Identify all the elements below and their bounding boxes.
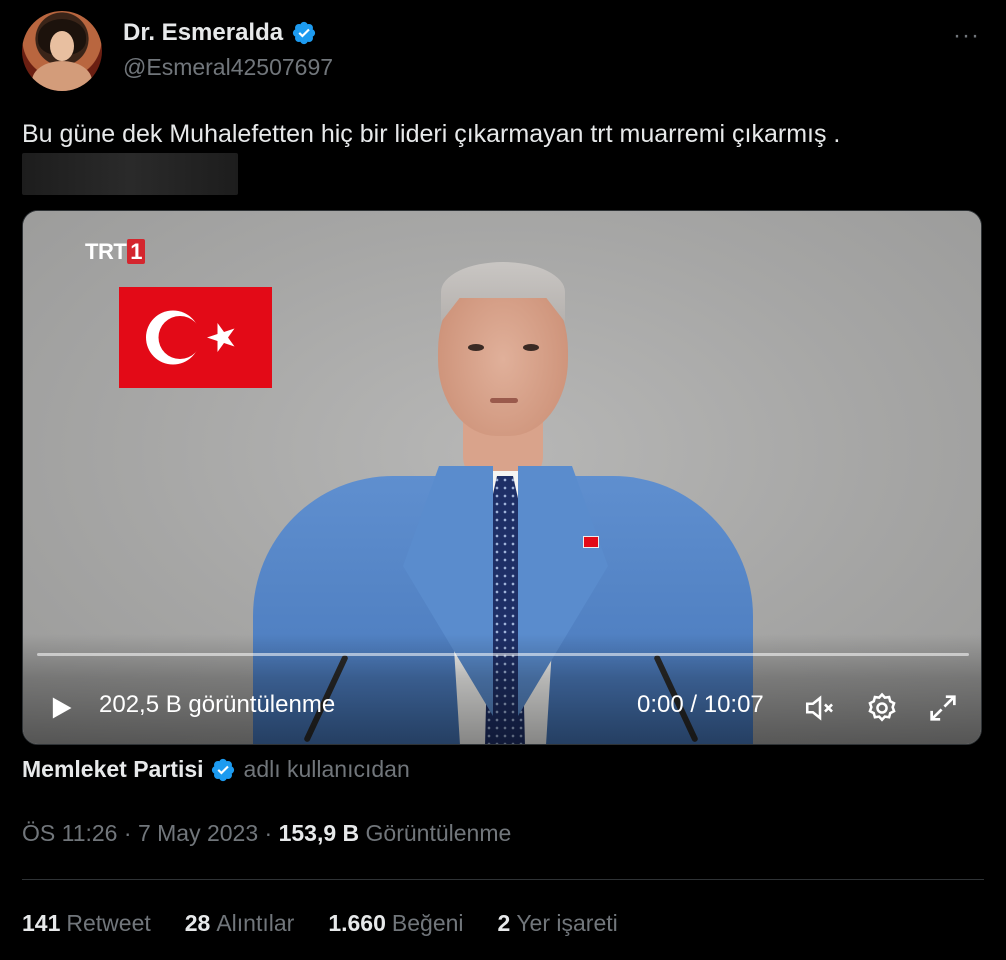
play-icon[interactable] bbox=[47, 693, 75, 723]
redacted-block bbox=[22, 153, 238, 195]
source-name[interactable]: Memleket Partisi bbox=[22, 756, 204, 783]
tweet-text: Bu güne dek Muhalefetten hiç bir lideri … bbox=[22, 120, 841, 148]
settings-icon[interactable] bbox=[865, 691, 899, 725]
more-horizontal-icon[interactable]: ··· bbox=[953, 22, 980, 50]
stat-likes[interactable]: 1.660 Beğeni bbox=[328, 910, 463, 937]
tweet-views-label[interactable]: Görüntülenme bbox=[359, 820, 512, 846]
video-progress-bar[interactable] bbox=[37, 653, 969, 656]
stat-quotes[interactable]: 28 Alıntılar bbox=[185, 910, 295, 937]
divider bbox=[22, 879, 984, 880]
author-avatar[interactable] bbox=[22, 11, 102, 91]
channel-logo: TRT 1 bbox=[85, 239, 146, 265]
turkish-flag bbox=[119, 287, 272, 388]
video-time: 0:00 / 10:07 bbox=[637, 691, 764, 718]
source-suffix: adlı kullanıcıdan bbox=[243, 756, 410, 782]
tweet-date[interactable]: 7 May 2023 bbox=[138, 820, 258, 846]
author-display-name[interactable]: Dr. Esmeralda bbox=[123, 19, 283, 47]
video-player[interactable]: TRT 1 202,5 B görüntülenme 0:00 / 10:07 bbox=[22, 210, 982, 745]
video-views: 202,5 B görüntülenme bbox=[99, 691, 336, 718]
tweet-meta: ÖS 11:26 · 7 May 2023 · 153,9 B Görüntül… bbox=[22, 820, 511, 847]
mute-icon[interactable] bbox=[803, 691, 837, 725]
author-name-row[interactable]: Dr. Esmeralda bbox=[123, 19, 317, 47]
tweet-views-count[interactable]: 153,9 B bbox=[279, 820, 360, 846]
meta-separator: · bbox=[258, 820, 279, 846]
video-source[interactable]: Memleket Partisi adlı kullanıcıdan bbox=[22, 756, 410, 783]
stat-retweets[interactable]: 141 Retweet bbox=[22, 910, 151, 937]
video-controls bbox=[23, 634, 981, 744]
tweet-stats: 141 Retweet 28 Alıntılar 1.660 Beğeni 2 Yer … bbox=[22, 910, 618, 937]
fullscreen-icon[interactable] bbox=[926, 691, 960, 725]
meta-separator: · bbox=[117, 820, 138, 846]
verified-badge-icon bbox=[292, 21, 316, 45]
stat-bookmarks[interactable]: 2 Yer işareti bbox=[498, 910, 618, 937]
verified-badge-icon bbox=[211, 758, 234, 781]
author-handle[interactable]: @Esmeral42507697 bbox=[123, 54, 333, 81]
tweet-time[interactable]: ÖS 11:26 bbox=[22, 820, 117, 846]
